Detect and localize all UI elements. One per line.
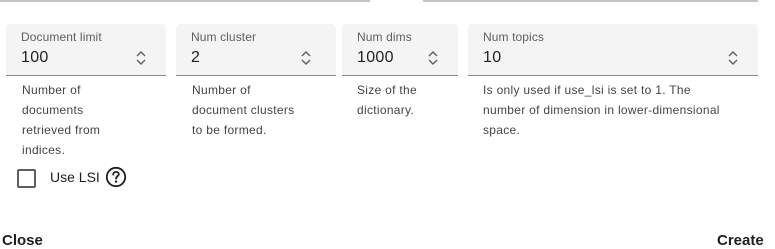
top-divider-right <box>423 0 758 2</box>
document-limit-input[interactable]: 100 <box>21 49 49 67</box>
num-cluster-field[interactable]: Num cluster 2 <box>176 24 336 76</box>
num-topics-label: Num topics <box>483 30 545 44</box>
num-topics-field[interactable]: Num topics 10 <box>468 24 758 76</box>
num-dims-helper: Size of the dictionary. <box>357 83 418 117</box>
num-cluster-helper: Number of document clusters to be formed… <box>192 83 295 137</box>
number-stepper-icon[interactable] <box>134 49 148 67</box>
document-limit-field[interactable]: Document limit 100 <box>6 24 166 76</box>
num-topics-helper: Is only used if use_lsi is set to 1. The… <box>483 83 720 137</box>
use-lsi-label[interactable]: Use LSI <box>50 169 100 185</box>
create-button[interactable]: Create <box>717 232 764 249</box>
close-button[interactable]: Close <box>2 232 43 249</box>
document-limit-label: Document limit <box>21 30 102 44</box>
number-stepper-icon[interactable] <box>726 49 740 67</box>
use-lsi-checkbox[interactable] <box>17 169 36 188</box>
num-topics-input[interactable]: 10 <box>483 49 501 67</box>
num-dims-input[interactable]: 1000 <box>357 49 394 67</box>
num-dims-label: Num dims <box>357 30 412 44</box>
num-cluster-label: Num cluster <box>191 30 257 44</box>
num-dims-field[interactable]: Num dims 1000 <box>342 24 458 76</box>
document-limit-helper: Number of documents retrieved from indic… <box>22 83 101 157</box>
num-cluster-input[interactable]: 2 <box>191 49 200 67</box>
help-icon[interactable] <box>105 166 127 188</box>
number-stepper-icon[interactable] <box>299 49 313 67</box>
number-stepper-icon[interactable] <box>426 49 440 67</box>
top-divider-left <box>0 0 370 2</box>
